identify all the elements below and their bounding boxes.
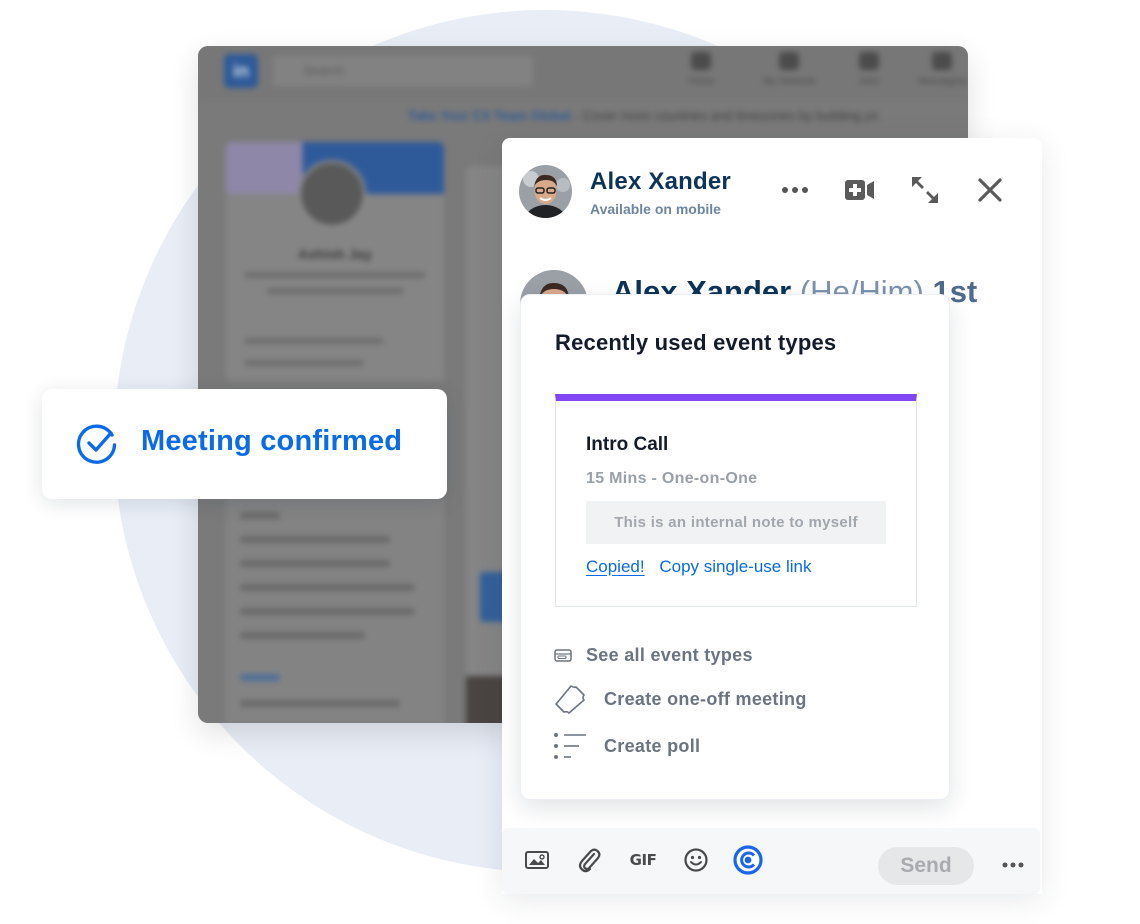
popover-title: Recently used event types bbox=[555, 330, 837, 355]
event-meta: 15 Mins - One-on-One bbox=[586, 470, 758, 487]
gif-icon: GIF bbox=[629, 851, 657, 869]
attach-image-button[interactable] bbox=[522, 845, 552, 875]
create-poll[interactable]: Create poll bbox=[553, 732, 700, 760]
close-button[interactable] bbox=[972, 172, 1008, 208]
meeting-confirmed-toast: Meeting confirmed bbox=[42, 389, 447, 499]
event-types-icon bbox=[553, 649, 573, 662]
video-call-button[interactable] bbox=[842, 172, 878, 208]
background-banner: Take Your CX Team Global - Cover more co… bbox=[408, 108, 879, 123]
background-nav-home: Home bbox=[688, 52, 715, 87]
toast-message: Meeting confirmed bbox=[141, 425, 403, 457]
gif-button[interactable]: GIF bbox=[628, 845, 658, 875]
copy-single-use-link[interactable]: Copy single-use link bbox=[659, 557, 811, 576]
more-options-button[interactable] bbox=[777, 172, 813, 208]
expand-icon bbox=[912, 177, 938, 203]
more-options-icon bbox=[1002, 862, 1024, 868]
contact-status: Available on mobile bbox=[590, 201, 721, 217]
linkedin-logo: in bbox=[224, 54, 258, 88]
close-icon bbox=[978, 178, 1002, 202]
check-circle-icon bbox=[76, 423, 118, 470]
background-nav-jobs: Jobs bbox=[858, 52, 879, 87]
contact-avatar[interactable] bbox=[519, 165, 572, 218]
poll-list-icon bbox=[553, 732, 587, 760]
background-nav-network: My Network bbox=[763, 52, 816, 87]
attachment-icon bbox=[578, 848, 601, 873]
send-button[interactable]: Send bbox=[878, 847, 974, 885]
event-types-popover: Recently used event types Intro Call 15 … bbox=[520, 294, 950, 800]
event-type-card[interactable]: Intro Call 15 Mins - One-on-One This is … bbox=[555, 394, 917, 607]
image-icon bbox=[525, 851, 549, 869]
composer-more-button[interactable] bbox=[998, 852, 1028, 878]
calendly-icon bbox=[733, 845, 763, 875]
background-groups-card bbox=[226, 496, 444, 723]
message-composer-toolbar: GIF Send bbox=[502, 828, 1040, 894]
emoji-icon bbox=[684, 848, 708, 872]
expand-button[interactable] bbox=[907, 172, 943, 208]
contact-name[interactable]: Alex Xander bbox=[590, 168, 731, 196]
background-topbar: in Search Home My Network Jobs Messaging bbox=[198, 46, 968, 100]
event-internal-note: This is an internal note to myself bbox=[586, 501, 886, 544]
background-profile-card: Ashish Jay bbox=[226, 142, 444, 382]
ticket-icon bbox=[553, 683, 587, 715]
attach-file-button[interactable] bbox=[574, 845, 604, 875]
create-one-off-meeting[interactable]: Create one-off meeting bbox=[553, 683, 807, 715]
video-call-icon bbox=[845, 180, 874, 200]
calendly-button[interactable] bbox=[733, 845, 763, 875]
emoji-button[interactable] bbox=[681, 845, 711, 875]
copied-link[interactable]: Copied! bbox=[586, 557, 645, 576]
event-name: Intro Call bbox=[586, 434, 669, 455]
background-nav-messaging: Messaging bbox=[918, 52, 966, 87]
background-search: Search bbox=[273, 56, 533, 86]
see-all-event-types[interactable]: See all event types bbox=[553, 645, 753, 666]
more-options-icon bbox=[782, 187, 808, 193]
